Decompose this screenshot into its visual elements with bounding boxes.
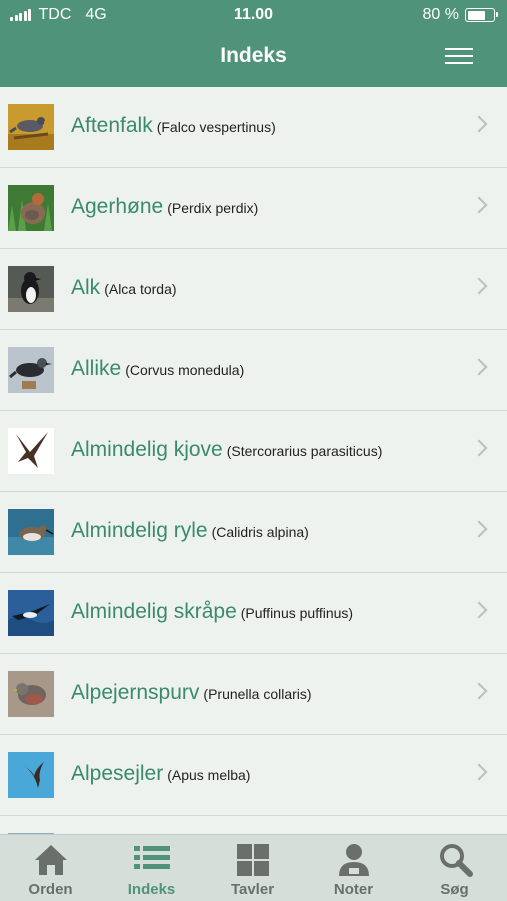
list-item[interactable]: Alpejernspurv (Prunella collaris) bbox=[0, 654, 507, 735]
tab-bar: Orden Indeks Tavler Noter Søg bbox=[0, 834, 507, 901]
bird-name: Alk bbox=[71, 276, 101, 299]
bird-name: Alpejernspurv bbox=[71, 681, 200, 704]
bird-name: Agerhøne bbox=[71, 195, 164, 218]
list-item[interactable]: Alk (Alca torda) bbox=[0, 249, 507, 330]
bird-name: Alpesejler bbox=[71, 762, 164, 785]
bird-latin-name: (Stercorarius parasiticus) bbox=[226, 443, 383, 459]
battery-percent: 80 % bbox=[422, 6, 459, 23]
tab-sog[interactable]: Søg bbox=[404, 835, 505, 901]
bird-latin-name: (Corvus monedula) bbox=[125, 362, 245, 378]
list-item[interactable] bbox=[0, 816, 507, 834]
list-item[interactable]: Almindelig kjove (Stercorarius parasiticu… bbox=[0, 411, 507, 492]
list-item[interactable]: Agerhøne (Perdix perdix) bbox=[0, 168, 507, 249]
chevron-right-icon bbox=[470, 196, 488, 214]
person-icon bbox=[339, 844, 369, 876]
chevron-right-icon bbox=[470, 601, 488, 619]
list-item[interactable]: Aftenfalk (Falco vespertinus) bbox=[0, 87, 507, 168]
chevron-right-icon bbox=[470, 682, 488, 700]
bird-thumbnail bbox=[8, 752, 54, 798]
app-header: TDC 4G 11.00 80 % Indeks bbox=[0, 0, 507, 87]
tab-label: Noter bbox=[333, 881, 374, 898]
grid-icon bbox=[237, 844, 269, 876]
bird-thumbnail bbox=[8, 509, 54, 555]
list-item[interactable]: Allike (Corvus monedula) bbox=[0, 330, 507, 411]
bird-name: Aftenfalk bbox=[71, 114, 153, 137]
list-item[interactable]: Alpesejler (Apus melba) bbox=[0, 735, 507, 816]
chevron-right-icon bbox=[470, 763, 488, 781]
list-icon bbox=[134, 846, 170, 869]
bird-thumbnail bbox=[8, 104, 54, 150]
bird-latin-name: (Falco vespertinus) bbox=[156, 119, 276, 135]
tab-label: Søg bbox=[440, 881, 469, 898]
tab-indeks[interactable]: Indeks bbox=[101, 835, 202, 901]
bird-name: Almindelig kjove bbox=[71, 438, 223, 461]
status-bar: TDC 4G 11.00 80 % bbox=[0, 0, 507, 30]
chevron-right-icon bbox=[470, 115, 488, 133]
battery-icon bbox=[465, 8, 498, 22]
bird-latin-name: (Perdix perdix) bbox=[167, 200, 259, 216]
bird-name: Allike bbox=[71, 357, 122, 380]
bird-thumbnail bbox=[8, 590, 54, 636]
bird-latin-name: (Puffinus puffinus) bbox=[240, 605, 354, 621]
list-item[interactable]: Almindelig skråpe (Puffinus puffinus) bbox=[0, 573, 507, 654]
bird-thumbnail bbox=[8, 185, 54, 231]
list-item[interactable]: Almindelig ryle (Calidris alpina) bbox=[0, 492, 507, 573]
page-title: Indeks bbox=[220, 44, 287, 67]
tab-noter[interactable]: Noter bbox=[303, 835, 404, 901]
tab-label: Indeks bbox=[127, 881, 176, 898]
search-icon bbox=[440, 844, 473, 877]
tab-label: Orden bbox=[28, 881, 73, 898]
bird-name: Almindelig ryle bbox=[71, 519, 208, 542]
chevron-right-icon bbox=[470, 439, 488, 457]
chevron-right-icon bbox=[470, 277, 488, 295]
bird-latin-name: (Apus melba) bbox=[167, 767, 251, 783]
tab-tavler[interactable]: Tavler bbox=[202, 835, 303, 901]
tab-orden[interactable]: Orden bbox=[0, 835, 101, 901]
bird-thumbnail bbox=[8, 347, 54, 393]
house-icon bbox=[35, 845, 67, 875]
bird-name: Almindelig skråpe bbox=[71, 600, 237, 623]
species-list: Aftenfalk (Falco vespertinus) Agerhøne (Pe… bbox=[0, 87, 507, 834]
bird-latin-name: (Calidris alpina) bbox=[211, 524, 309, 540]
bird-thumbnail bbox=[8, 266, 54, 312]
chevron-right-icon bbox=[470, 358, 488, 376]
bird-thumbnail bbox=[8, 671, 54, 717]
bird-latin-name: (Prunella collaris) bbox=[203, 686, 312, 702]
bird-latin-name: (Alca torda) bbox=[104, 281, 177, 297]
bird-thumbnail bbox=[8, 428, 54, 474]
tab-label: Tavler bbox=[230, 881, 275, 898]
hamburger-menu-icon[interactable] bbox=[445, 48, 473, 68]
chevron-right-icon bbox=[470, 520, 488, 538]
